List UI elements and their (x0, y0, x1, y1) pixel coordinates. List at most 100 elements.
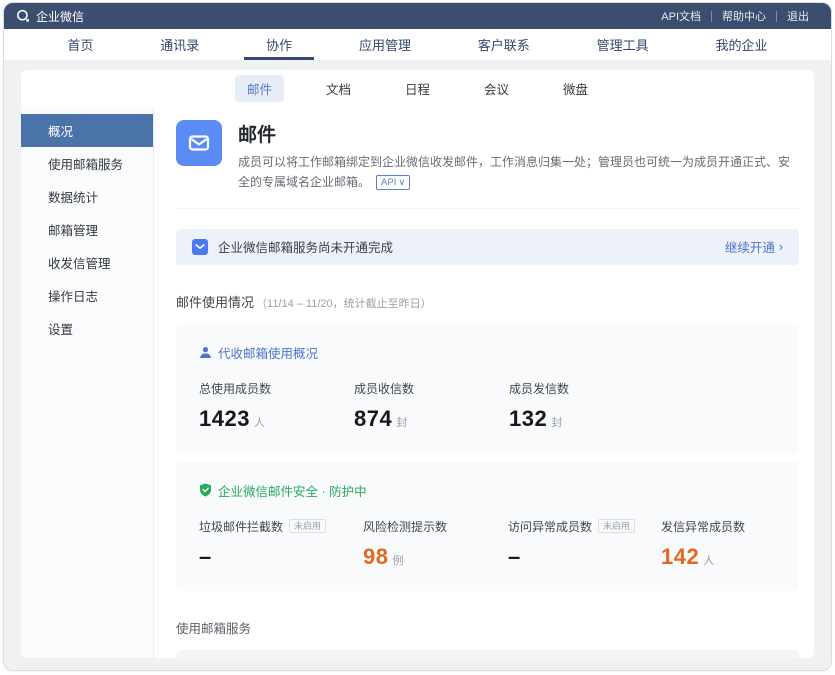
sidebar-item-overview[interactable]: 概况 (21, 114, 153, 147)
topbar-link-help-center[interactable]: 帮助中心 (712, 8, 776, 24)
stat-unit: 人 (254, 417, 265, 429)
nav-item-admin-tools[interactable]: 管理工具 (571, 29, 675, 60)
sidebar-item-data-statistics[interactable]: 数据统计 (21, 180, 153, 213)
continue-setup-link[interactable]: 继续开通 › (725, 237, 783, 256)
stat-abnormal-sending-members: 发信异常成员数 142 人 (661, 518, 745, 570)
header-divider (176, 208, 799, 209)
mail-security-card: 企业微信邮件安全 · 防护中 垃圾邮件拦截数未启用 – 风险检测提示数 98例 … (176, 462, 799, 591)
stat-unit: 例 (392, 555, 403, 567)
proxy-mailbox-usage-card: 代收邮箱使用概况 总使用成员数 1423 人 成员收信数 874 封 成员发信数 (176, 324, 799, 453)
main-nav: 首页 通讯录 协作 应用管理 客户联系 管理工具 我的企业 (4, 29, 831, 60)
subtab-drive[interactable]: 微盘 (551, 75, 600, 102)
main-panel: 邮件 文档 日程 会议 微盘 概况 使用邮箱服务 数据统计 邮箱管理 收发信管理… (21, 70, 814, 658)
stat-number: 132 (509, 406, 547, 431)
stat-value: 98 例 (363, 544, 508, 570)
sidebar-item-use-mail-service[interactable]: 使用邮箱服务 (21, 147, 153, 180)
topbar-links: API文档 帮助中心 退出 (651, 8, 819, 24)
stat-label-row: 访问异常成员数未启用 (508, 518, 661, 535)
notice-text: 企业微信邮箱服务尚未开通完成 (218, 237, 393, 256)
page-title: 邮件 (238, 120, 799, 147)
stat-total-members: 总使用成员数 1423 人 (199, 380, 354, 432)
disabled-badge: 未启用 (289, 519, 326, 534)
mail-badge-icon (192, 239, 208, 255)
stat-number: – (508, 544, 521, 569)
stat-label: 访问异常成员数 (508, 518, 592, 535)
api-label: API (381, 178, 396, 188)
collaboration-subtabs: 邮件 文档 日程 会议 微盘 (21, 70, 814, 107)
nav-item-contacts[interactable]: 通讯录 (134, 29, 225, 60)
stat-label: 成员发信数 (509, 380, 569, 397)
stat-mails-received: 成员收信数 874 封 (354, 380, 509, 432)
subtab-docs[interactable]: 文档 (314, 75, 363, 102)
continue-setup-label: 继续开通 (725, 237, 775, 256)
sidebar-item-operation-log[interactable]: 操作日志 (21, 279, 153, 312)
person-icon (199, 346, 212, 359)
nav-item-collaboration[interactable]: 协作 (240, 29, 318, 60)
usage-section-heading: 邮件使用情况（11/14 – 11/20，统计截止至昨日） (176, 292, 799, 311)
api-dropdown-button[interactable]: API∨ (376, 175, 410, 191)
app-header: 邮件 成员可以将工作邮箱绑定到企业微信收发邮件，工作消息归集一处；管理员也可统一… (176, 120, 799, 193)
stat-label: 成员收信数 (354, 380, 509, 397)
shield-icon (199, 483, 212, 497)
subtab-meeting[interactable]: 会议 (472, 75, 521, 102)
setup-notice-bar: 企业微信邮箱服务尚未开通完成 继续开通 › (176, 229, 799, 265)
app-header-text: 邮件 成员可以将工作邮箱绑定到企业微信收发邮件，工作消息归集一处；管理员也可统一… (238, 120, 799, 193)
stat-value: 142 人 (661, 544, 745, 570)
stat-risk-alerts: 风险检测提示数 98 例 (363, 518, 508, 570)
stat-value: – (508, 544, 661, 570)
nav-item-my-company[interactable]: 我的企业 (689, 29, 793, 60)
brand-name: 企业微信 (36, 8, 84, 25)
subtab-schedule[interactable]: 日程 (393, 75, 442, 102)
chevron-right-icon: › (779, 240, 783, 254)
topbar-link-api-docs[interactable]: API文档 (651, 8, 711, 24)
stat-number: 1423 (199, 406, 250, 431)
chat-bubble-icon (16, 9, 30, 23)
proxy-usage-card-header[interactable]: 代收邮箱使用概况 (199, 343, 776, 362)
stat-unit: 封 (396, 417, 407, 429)
stat-number: 98 (363, 544, 388, 569)
proxy-usage-stats: 总使用成员数 1423 人 成员收信数 874 封 成员发信数 132 封 (199, 380, 776, 432)
stat-label: 风险检测提示数 (363, 518, 508, 535)
sidebar-item-mailbox-management[interactable]: 邮箱管理 (21, 213, 153, 246)
stat-label: 垃圾邮件拦截数 (199, 518, 283, 535)
stat-value: 132 封 (509, 406, 569, 432)
sidebar: 概况 使用邮箱服务 数据统计 邮箱管理 收发信管理 操作日志 设置 (21, 107, 154, 658)
panel-body: 概况 使用邮箱服务 数据统计 邮箱管理 收发信管理 操作日志 设置 邮件 成员可… (21, 107, 814, 658)
stat-value: 874 封 (354, 406, 509, 432)
app-window: 企业微信 API文档 帮助中心 退出 首页 通讯录 协作 应用管理 客户联系 管… (3, 2, 832, 671)
service-section-heading: 使用邮箱服务 (176, 618, 799, 637)
stat-value: – (199, 544, 363, 570)
mail-security-card-title: 企业微信邮件安全 · 防护中 (218, 481, 367, 500)
stat-number: – (199, 544, 212, 569)
stat-mails-sent: 成员发信数 132 封 (509, 380, 569, 432)
nav-item-home[interactable]: 首页 (41, 29, 119, 60)
disabled-badge: 未启用 (598, 519, 635, 534)
topbar-link-logout[interactable]: 退出 (777, 8, 819, 24)
stat-abnormal-access-members: 访问异常成员数未启用 – (508, 518, 661, 570)
sidebar-item-settings[interactable]: 设置 (21, 312, 153, 345)
sidebar-item-send-receive-management[interactable]: 收发信管理 (21, 246, 153, 279)
stat-unit: 人 (703, 555, 714, 567)
service-section-title: 使用邮箱服务 (176, 622, 251, 636)
page-description: 成员可以将工作邮箱绑定到企业微信收发邮件，工作消息归集一处；管理员也可统一为成员… (238, 153, 799, 193)
stat-number: 874 (354, 406, 392, 431)
domain-service-row: 企业域名 tangyun.com 开通中 继续开通 ··· (176, 650, 799, 658)
mail-app-icon (176, 120, 222, 166)
topbar: 企业微信 API文档 帮助中心 退出 (4, 3, 831, 29)
content-area: 邮件 成员可以将工作邮箱绑定到企业微信收发邮件，工作消息归集一处；管理员也可统一… (154, 107, 814, 658)
stat-value: 1423 人 (199, 406, 354, 432)
stat-label-row: 垃圾邮件拦截数未启用 (199, 518, 363, 535)
stat-label: 总使用成员数 (199, 380, 354, 397)
stat-spam-blocked: 垃圾邮件拦截数未启用 – (199, 518, 363, 570)
stat-unit: 封 (551, 417, 562, 429)
stat-label: 发信异常成员数 (661, 518, 745, 535)
brand-logo: 企业微信 (16, 8, 84, 25)
usage-section-title: 邮件使用情况 (176, 295, 254, 310)
stat-number: 142 (661, 544, 699, 569)
mail-security-card-header: 企业微信邮件安全 · 防护中 (199, 481, 776, 500)
nav-item-customers[interactable]: 客户联系 (452, 29, 556, 60)
nav-item-apps[interactable]: 应用管理 (333, 29, 437, 60)
subtab-mail[interactable]: 邮件 (235, 75, 284, 102)
usage-date-range: （11/14 – 11/20，统计截止至昨日） (256, 298, 432, 310)
proxy-usage-card-title: 代收邮箱使用概况 (218, 343, 318, 362)
